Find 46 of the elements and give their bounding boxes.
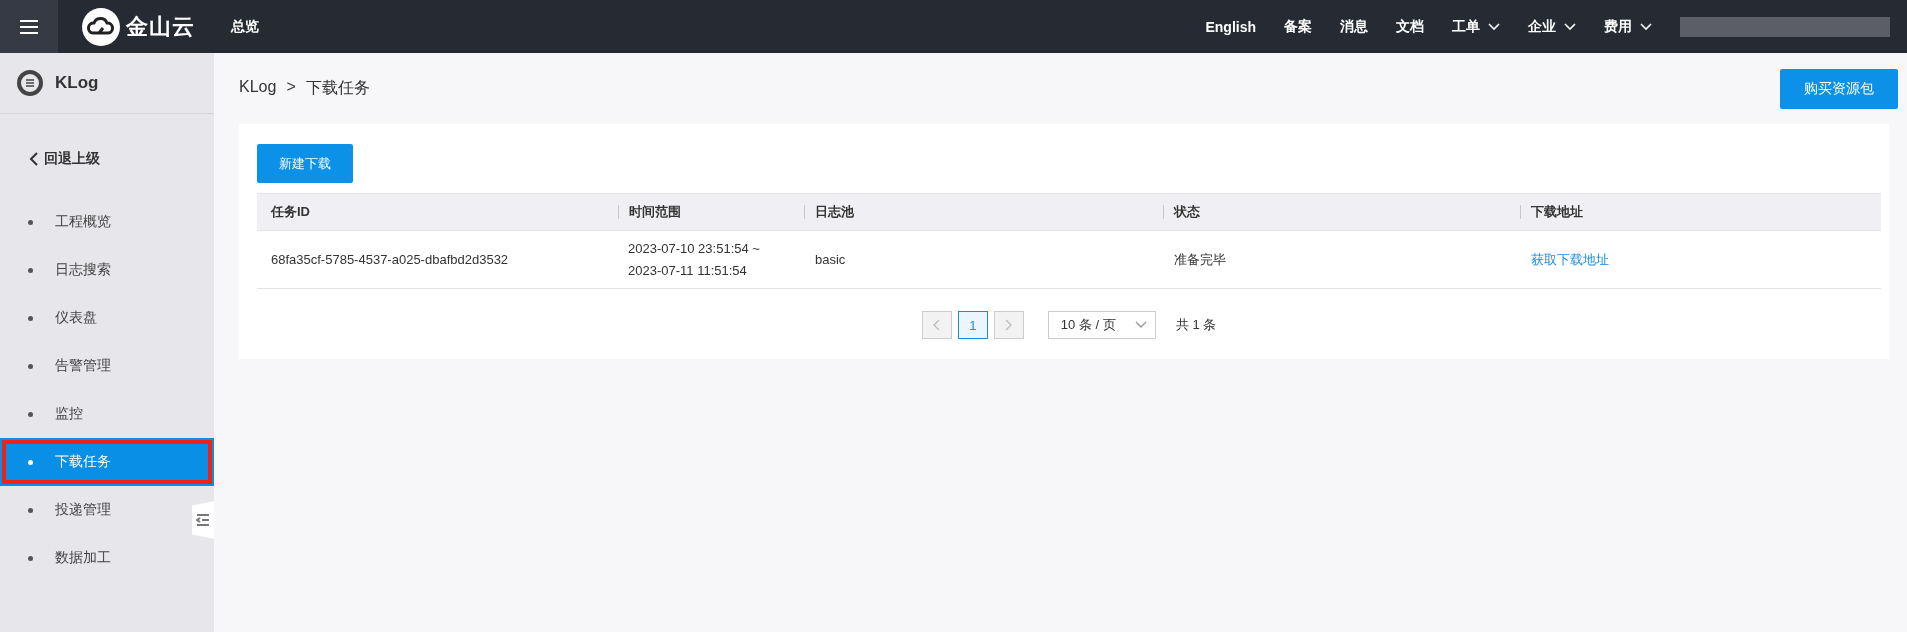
sidebar-item[interactable]: 监控: [0, 390, 190, 438]
collapse-icon: [196, 513, 210, 527]
chevron-down-icon: [1640, 22, 1652, 31]
cloud-logo-icon: [82, 7, 120, 46]
total-count: 共 1 条: [1175, 316, 1217, 334]
breadcrumb-current: 下载任务: [305, 78, 370, 98]
top-nav-link[interactable]: 备案: [1284, 17, 1312, 36]
chevron-down-icon: [1134, 321, 1147, 329]
top-nav-link[interactable]: 费用: [1604, 17, 1652, 36]
menu-icon: [19, 18, 39, 35]
breadcrumb-link[interactable]: KLog: [239, 78, 277, 99]
sidebar-item[interactable]: 数据加工: [0, 534, 190, 582]
product-title: KLog: [55, 73, 99, 93]
page-size-select[interactable]: 10 条 / 页: [1047, 311, 1156, 339]
chevron-left-icon: [933, 319, 941, 331]
get-download-link[interactable]: 获取下载地址: [1531, 251, 1609, 267]
column-header: 日志池: [804, 205, 1163, 219]
top-nav-link[interactable]: 消息: [1340, 17, 1368, 36]
collapse-handle[interactable]: [192, 501, 214, 539]
chevron-left-icon: [29, 152, 38, 166]
sidebar-item[interactable]: 投递管理: [0, 486, 190, 534]
top-nav-link[interactable]: 工单: [1452, 17, 1500, 36]
back-link[interactable]: 回退上级: [0, 114, 214, 176]
sidebar-item[interactable]: 告警管理: [0, 342, 190, 390]
menu-button[interactable]: [0, 0, 58, 53]
table-cell-text: basic: [814, 252, 847, 267]
top-nav-link[interactable]: 企业: [1528, 17, 1576, 36]
brand-name: 金山云: [126, 12, 195, 41]
overview-link[interactable]: 总览: [231, 17, 259, 36]
table-cell-text: 准备完毕: [1173, 250, 1227, 269]
column-header: 状态: [1163, 205, 1520, 219]
breadcrumb-separator: >: [286, 78, 296, 97]
sidebar-item[interactable]: 日志搜索: [0, 246, 190, 294]
table-cell-text: 2023-07-10 23:51:54 ~ 2023-07-11 11:51:54: [627, 239, 761, 280]
column-header: 时间范围: [618, 205, 804, 219]
table-cell-text: 68fa35cf-5785-4537-a025-dbafbd2d3532: [270, 252, 510, 267]
log-icon: [17, 70, 43, 96]
chevron-down-icon: [1488, 22, 1500, 31]
top-nav-link[interactable]: 文档: [1396, 17, 1424, 36]
column-header: 下载地址: [1520, 205, 1881, 219]
chevron-right-icon: [1005, 319, 1013, 331]
sidebar-item[interactable]: 工程概览: [0, 198, 190, 246]
chevron-down-icon: [1564, 22, 1576, 31]
column-header: 任务ID: [269, 203, 311, 221]
top-nav-link[interactable]: English: [1205, 18, 1256, 35]
sidebar-item[interactable]: 仪表盘: [0, 294, 190, 342]
